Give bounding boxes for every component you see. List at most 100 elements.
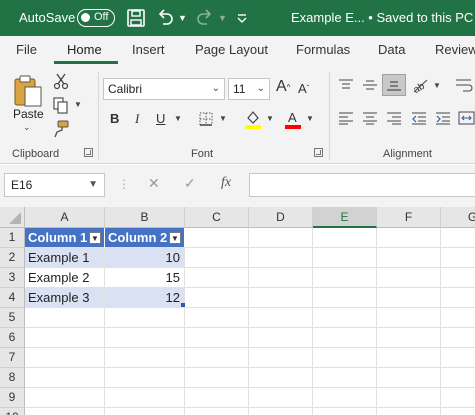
- top-align-icon[interactable]: [338, 78, 354, 92]
- column-header-e[interactable]: E: [313, 207, 377, 228]
- grid-cell[interactable]: [249, 408, 313, 415]
- decrease-font-size-icon[interactable]: Aˇ: [298, 81, 309, 96]
- table-cell[interactable]: Example 1: [25, 248, 105, 268]
- grid-cell[interactable]: [377, 328, 441, 348]
- redo-dropdown-icon[interactable]: ▼: [218, 13, 227, 33]
- save-icon[interactable]: [126, 8, 146, 28]
- column-header-c[interactable]: C: [185, 207, 249, 228]
- tab-review[interactable]: Review: [435, 42, 475, 57]
- table-cell[interactable]: Example 2: [25, 268, 105, 288]
- grid-cell[interactable]: [25, 388, 105, 408]
- align-right-icon[interactable]: [386, 111, 402, 125]
- grid-cell[interactable]: [105, 328, 185, 348]
- copy-dropdown-icon[interactable]: ▼: [74, 100, 82, 109]
- row-header[interactable]: 3: [0, 268, 25, 288]
- undo-dropdown-icon[interactable]: ▼: [178, 13, 187, 33]
- filter-dropdown-icon[interactable]: ▼: [89, 232, 101, 244]
- row-header[interactable]: 6: [0, 328, 25, 348]
- bold-button[interactable]: B: [110, 111, 119, 126]
- grid-cell[interactable]: [185, 288, 249, 308]
- grid-cell[interactable]: [313, 268, 377, 288]
- insert-function-icon[interactable]: fx: [221, 175, 231, 191]
- borders-icon[interactable]: [198, 111, 214, 127]
- grid-cell[interactable]: [105, 388, 185, 408]
- grid-cell[interactable]: [377, 368, 441, 388]
- grid-cell[interactable]: [25, 308, 105, 328]
- grid-cell[interactable]: [249, 328, 313, 348]
- grid-cell[interactable]: [25, 348, 105, 368]
- paste-icon[interactable]: [12, 74, 44, 108]
- grid-cell[interactable]: [377, 348, 441, 368]
- grid-cell[interactable]: [185, 248, 249, 268]
- grid-cell[interactable]: [313, 388, 377, 408]
- grid-cell[interactable]: [313, 368, 377, 388]
- row-header[interactable]: 7: [0, 348, 25, 368]
- grid-cell[interactable]: [441, 388, 475, 408]
- format-painter-icon[interactable]: [52, 120, 70, 138]
- table-cell[interactable]: 10: [105, 248, 185, 268]
- grid-cell[interactable]: [313, 328, 377, 348]
- grid-cell[interactable]: [249, 248, 313, 268]
- font-family-select[interactable]: Calibri ⌄: [103, 78, 225, 100]
- grid-cell[interactable]: [249, 288, 313, 308]
- document-title[interactable]: Example E... • Saved to this PC ⌄: [291, 10, 475, 26]
- grid-cell[interactable]: [441, 288, 475, 308]
- merge-center-icon[interactable]: [458, 110, 475, 126]
- grid-cell[interactable]: [377, 288, 441, 308]
- grid-cell[interactable]: [185, 388, 249, 408]
- grid-cell[interactable]: [249, 388, 313, 408]
- grid-cell[interactable]: [313, 348, 377, 368]
- font-color-icon[interactable]: A: [284, 109, 302, 129]
- grid-cell[interactable]: [377, 388, 441, 408]
- font-color-dropdown-icon[interactable]: ▼: [306, 114, 314, 123]
- grid-cell[interactable]: [105, 308, 185, 328]
- tab-home[interactable]: Home: [67, 42, 102, 57]
- font-size-select[interactable]: 11 ⌄: [228, 78, 270, 100]
- grid-cell[interactable]: [441, 408, 475, 415]
- cut-icon[interactable]: [53, 72, 69, 90]
- grid-cell[interactable]: [441, 268, 475, 288]
- column-header-f[interactable]: F: [377, 207, 441, 228]
- row-header[interactable]: 10: [0, 408, 25, 415]
- column-header-d[interactable]: D: [249, 207, 313, 228]
- grid-cell[interactable]: [377, 308, 441, 328]
- align-left-icon[interactable]: [338, 111, 354, 125]
- grid-cell[interactable]: [441, 368, 475, 388]
- grid-cell[interactable]: [249, 308, 313, 328]
- paste-dropdown-icon[interactable]: ⌄: [23, 122, 31, 133]
- orientation-icon[interactable]: ab: [411, 76, 429, 94]
- grid-cell[interactable]: [377, 248, 441, 268]
- table-cell[interactable]: Example 3: [25, 288, 105, 308]
- select-all-button[interactable]: [0, 207, 25, 228]
- filter-dropdown-icon[interactable]: ▼: [169, 232, 181, 244]
- bottom-align-button[interactable]: [382, 74, 406, 96]
- fill-color-icon[interactable]: [244, 109, 262, 129]
- grid-cell[interactable]: [185, 268, 249, 288]
- grid-cell[interactable]: [249, 228, 313, 248]
- tab-data[interactable]: Data: [378, 42, 405, 57]
- autosave-toggle[interactable]: Off: [77, 9, 115, 27]
- fill-color-dropdown-icon[interactable]: ▼: [266, 114, 274, 123]
- grid-cell[interactable]: [441, 308, 475, 328]
- grid-cell[interactable]: [441, 328, 475, 348]
- grid-cell[interactable]: [313, 308, 377, 328]
- customize-toolbar-icon[interactable]: [236, 8, 248, 28]
- row-header[interactable]: 2: [0, 248, 25, 268]
- tab-page-layout[interactable]: Page Layout: [195, 42, 268, 57]
- underline-button[interactable]: U: [156, 111, 165, 126]
- grid-cell[interactable]: [25, 408, 105, 415]
- grid-cell[interactable]: [441, 228, 475, 248]
- grid-cell[interactable]: [105, 408, 185, 415]
- grid-cell[interactable]: [249, 368, 313, 388]
- grid-cell[interactable]: [185, 368, 249, 388]
- clipboard-launcher-icon[interactable]: [84, 148, 93, 157]
- grid-cell[interactable]: [185, 308, 249, 328]
- increase-font-size-icon[interactable]: A ^: [276, 78, 290, 96]
- orientation-dropdown-icon[interactable]: ▼: [433, 81, 441, 90]
- grid-cell[interactable]: [313, 228, 377, 248]
- underline-dropdown-icon[interactable]: ▼: [174, 114, 182, 123]
- decrease-indent-icon[interactable]: [411, 111, 427, 125]
- row-header[interactable]: 1: [0, 228, 25, 248]
- redo-icon[interactable]: [195, 8, 215, 28]
- row-header[interactable]: 8: [0, 368, 25, 388]
